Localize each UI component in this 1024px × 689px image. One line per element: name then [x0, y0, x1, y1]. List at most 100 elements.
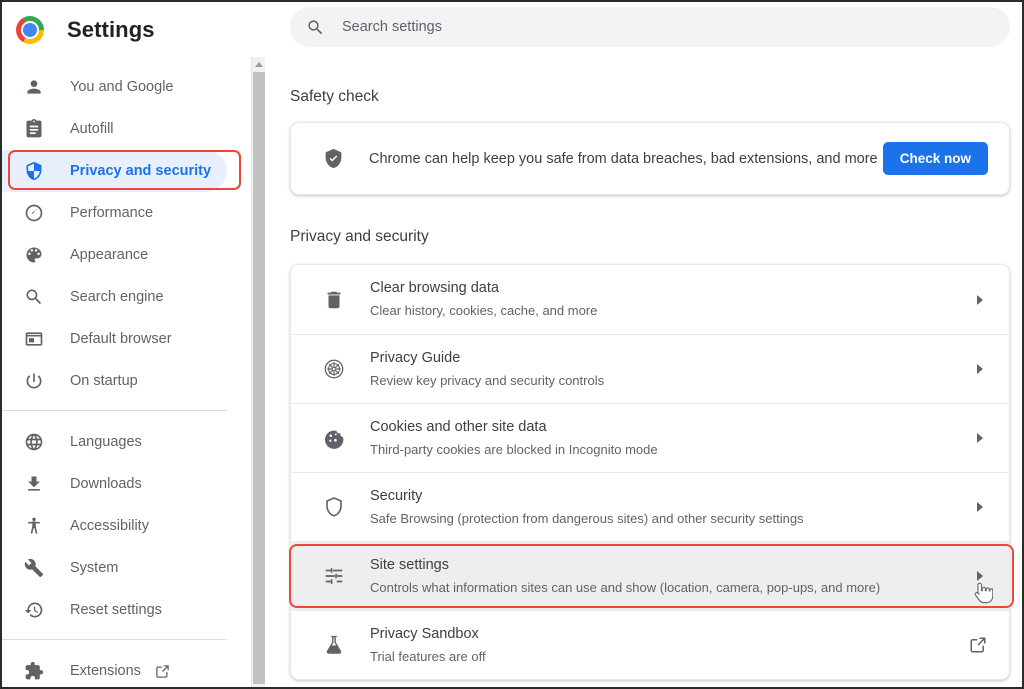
sidebar-item-on-startup[interactable]: On startup	[2, 360, 227, 402]
sliders-icon	[325, 568, 343, 584]
chevron-right-icon[interactable]	[977, 502, 983, 512]
row-cookies-and-other-site-data[interactable]: Cookies and other site data Third-party …	[291, 403, 1009, 472]
shield-outline-icon	[326, 497, 342, 517]
row-title: Clear browsing data	[370, 280, 499, 296]
privacy-security-heading: Privacy and security	[290, 228, 429, 245]
sidebar-item-autofill[interactable]: Autofill	[2, 108, 227, 150]
browser-window-icon	[25, 332, 43, 346]
trash-icon	[327, 291, 341, 308]
row-text: Security Safe Browsing (protection from …	[370, 487, 977, 528]
sidebar-item-label: Languages	[70, 434, 142, 450]
row-text: Site settings Controls what information …	[370, 556, 977, 597]
sidebar-group-main: You and Google Autofill Privacy and secu…	[2, 58, 251, 402]
sidebar-item-system[interactable]: System	[2, 547, 227, 589]
sidebar-item-label: Privacy and security	[70, 163, 212, 179]
row-title: Privacy Sandbox	[370, 625, 479, 642]
wrench-icon	[24, 558, 44, 578]
sidebar-divider-1	[2, 410, 227, 411]
sidebar-item-label: Accessibility	[70, 518, 149, 534]
privacy-security-card: Clear browsing data Clear history, cooki…	[290, 264, 1010, 680]
sidebar-item-label: Reset settings	[70, 602, 162, 618]
safety-check-card: Chrome can help keep you safe from data …	[290, 122, 1010, 195]
row-security[interactable]: Security Safe Browsing (protection from …	[291, 472, 1009, 541]
globe-icon	[25, 433, 43, 451]
sidebar-item-performance[interactable]: Performance	[2, 192, 227, 234]
palette-icon	[26, 247, 42, 263]
search-bar[interactable]	[290, 7, 1010, 47]
row-text: Privacy Sandbox Trial features are off	[370, 625, 969, 666]
row-subtitle: Third-party cookies are blocked in Incog…	[370, 441, 658, 457]
row-text: Clear browsing data Clear history, cooki…	[370, 279, 977, 320]
sidebar-item-label: On startup	[70, 373, 138, 389]
compass-icon	[324, 359, 344, 379]
search-input[interactable]	[342, 19, 942, 35]
sidebar-item-label: Extensions	[70, 663, 141, 679]
sidebar-item-privacy-and-security[interactable]: Privacy and security	[2, 150, 227, 192]
scrollbar-thumb[interactable]	[253, 72, 265, 684]
sidebar-group-secondary: Languages Downloads Accessibility System…	[2, 419, 251, 631]
row-privacy-guide[interactable]: Privacy Guide Review key privacy and sec…	[291, 334, 1009, 403]
sidebar-item-appearance[interactable]: Appearance	[2, 234, 227, 276]
chevron-right-icon[interactable]	[977, 433, 983, 443]
safety-check-description: Chrome can help keep you safe from data …	[369, 150, 878, 167]
sidebar-item-accessibility[interactable]: Accessibility	[2, 505, 227, 547]
row-text: Privacy Guide Review key privacy and sec…	[370, 349, 977, 390]
sidebar-item-default-browser[interactable]: Default browser	[2, 318, 227, 360]
sidebar-item-label: Default browser	[70, 331, 172, 347]
row-site-settings[interactable]: Site settings Controls what information …	[291, 541, 1009, 610]
row-subtitle: Review key privacy and security controls	[370, 372, 605, 388]
chrome-settings-window: Settings You and Google Autofill Privacy	[0, 0, 1024, 689]
check-now-button[interactable]: Check now	[882, 142, 988, 175]
sidebar-item-extensions[interactable]: Extensions	[2, 650, 227, 687]
chevron-right-icon[interactable]	[977, 364, 983, 374]
row-title: Privacy Guide	[370, 349, 461, 366]
puzzle-icon	[25, 661, 44, 680]
row-privacy-sandbox[interactable]: Privacy Sandbox Trial features are off	[291, 610, 1009, 679]
scroll-up-arrow-icon[interactable]	[252, 57, 265, 71]
sidebar-item-search-engine[interactable]: Search engine	[2, 276, 227, 318]
shield-check-icon	[325, 148, 342, 169]
row-title: Security	[370, 487, 423, 504]
external-link-icon[interactable]	[969, 636, 987, 654]
sidebar-scrollbar[interactable]	[251, 57, 265, 687]
sidebar-item-label: Appearance	[70, 247, 149, 263]
chevron-right-icon[interactable]	[977, 571, 983, 581]
row-clear-browsing-data[interactable]: Clear browsing data Clear history, cooki…	[291, 265, 1009, 334]
speedometer-icon	[25, 204, 43, 222]
sidebar-item-downloads[interactable]: Downloads	[2, 463, 227, 505]
row-text: Cookies and other site data Third-party …	[370, 418, 977, 459]
clipboard-icon	[26, 119, 42, 138]
row-subtitle: Clear history, cookies, cache, and more	[370, 303, 598, 318]
row-title: Site settings	[370, 556, 449, 573]
power-icon	[26, 373, 42, 389]
brand-header: Settings	[2, 2, 251, 58]
person-icon	[27, 80, 41, 94]
sidebar-item-label: Downloads	[70, 476, 142, 492]
shield-icon	[26, 161, 42, 181]
external-link-icon	[156, 664, 169, 678]
magnifier-icon	[26, 289, 42, 305]
chevron-right-icon[interactable]	[977, 294, 983, 305]
row-subtitle: Controls what information sites can use …	[370, 579, 881, 595]
cookie-icon	[324, 430, 344, 449]
page-title: Settings	[67, 17, 155, 42]
download-icon	[28, 476, 40, 491]
sidebar: Settings You and Google Autofill Privacy	[2, 2, 251, 687]
sidebar-item-label: You and Google	[70, 79, 174, 95]
row-title: Cookies and other site data	[370, 418, 547, 435]
sidebar-item-label: Autofill	[70, 121, 114, 137]
chrome-logo	[16, 16, 44, 44]
row-subtitle: Trial features are off	[370, 648, 486, 664]
main-content: Safety check Chrome can help keep you sa…	[266, 2, 1022, 687]
sidebar-item-you-and-google[interactable]: You and Google	[2, 66, 227, 108]
search-icon	[308, 19, 323, 34]
sidebar-item-languages[interactable]: Languages	[2, 421, 227, 463]
sidebar-item-label: Performance	[70, 205, 154, 221]
sidebar-group-extensions: Extensions	[2, 648, 251, 687]
safety-check-heading: Safety check	[290, 88, 379, 105]
sidebar-divider-2	[2, 639, 227, 640]
sidebar-item-reset-settings[interactable]: Reset settings	[2, 589, 227, 631]
sidebar-item-label: System	[70, 560, 119, 576]
sidebar-item-label: Search engine	[70, 289, 164, 305]
history-icon	[24, 602, 43, 618]
